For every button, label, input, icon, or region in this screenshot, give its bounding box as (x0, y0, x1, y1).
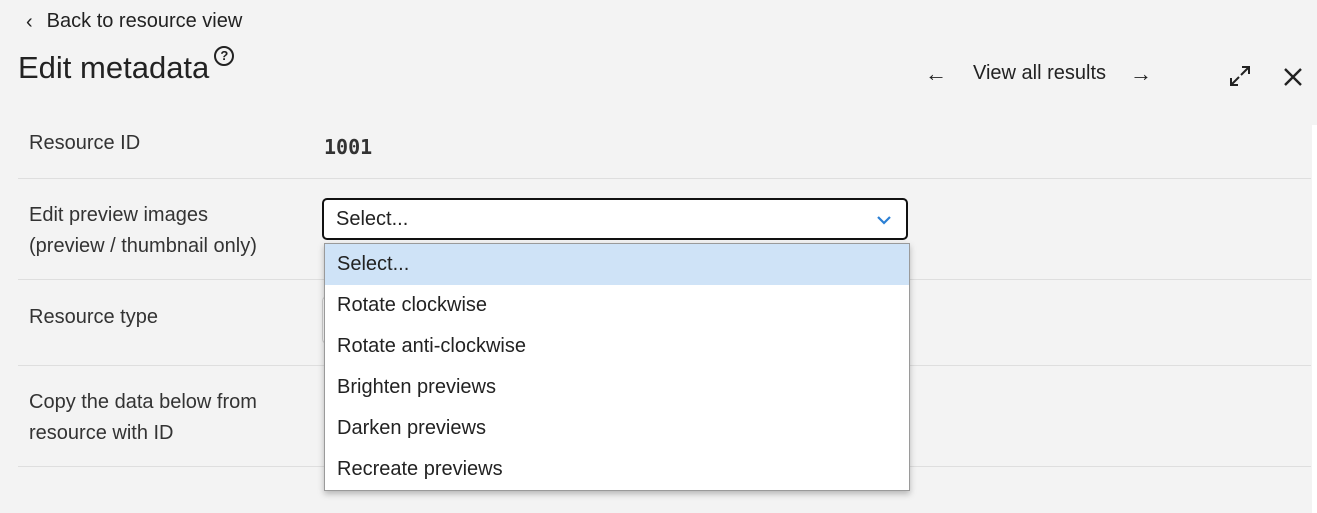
dropdown-option[interactable]: Recreate previews (325, 449, 909, 490)
back-link-label: Back to resource view (46, 10, 243, 32)
dropdown-option[interactable]: Rotate clockwise (325, 285, 909, 326)
resource-type-label: Resource type (29, 306, 158, 328)
resource-id-label: Resource ID (29, 132, 141, 154)
page-title: Edit metadata ? (18, 46, 235, 86)
arrow-right-icon[interactable]: → (1130, 62, 1152, 85)
edit-preview-images-label-line2: (preview / thumbnail only) (29, 235, 257, 257)
page-title-text: Edit metadata (18, 50, 210, 85)
view-all-results-link[interactable]: View all results (973, 62, 1106, 85)
chevron-down-icon (877, 216, 891, 225)
copy-from-label-line1: Copy the data below from (29, 391, 257, 413)
expand-icon[interactable] (1228, 64, 1252, 88)
dropdown-option[interactable]: Darken previews (325, 408, 909, 449)
resource-id-value: 1001 (324, 135, 373, 159)
resource-id-row: Resource ID 1001 (18, 125, 1311, 179)
close-icon[interactable] (1282, 66, 1304, 88)
preview-images-select[interactable]: Select... (322, 198, 908, 240)
dropdown-option[interactable]: Rotate anti-clockwise (325, 326, 909, 367)
edit-metadata-page: ‹ Back to resource view Edit metadata ? … (0, 0, 1317, 513)
preview-images-dropdown-list: Select... Rotate clockwise Rotate anti-c… (324, 243, 910, 491)
dropdown-option[interactable]: Select... (325, 244, 909, 285)
preview-images-select-value: Select... (336, 207, 409, 230)
dropdown-option[interactable]: Brighten previews (325, 367, 909, 408)
copy-from-label-line2: resource with ID (29, 422, 174, 444)
arrow-left-icon[interactable]: ← (925, 62, 947, 85)
chevron-left-icon: ‹ (26, 10, 33, 33)
results-navigation: ← View all results → (925, 62, 1152, 85)
back-to-resource-view-link[interactable]: ‹ Back to resource view (26, 10, 242, 33)
side-panel-edge (1312, 125, 1317, 513)
question-circle-icon[interactable]: ? (214, 46, 235, 66)
edit-preview-images-label-line1: Edit preview images (29, 204, 208, 226)
